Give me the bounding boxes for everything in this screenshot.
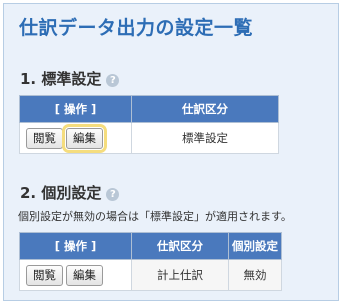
table-header-row: [ 操作 ] 仕訳区分 — [19, 95, 279, 123]
view-button[interactable]: 閲覧 — [26, 127, 63, 149]
help-icon[interactable]: ? — [106, 74, 120, 87]
table-row: 閲覧 編集 計上仕訳 無効 — [19, 259, 282, 291]
setting-header: 個別設定 — [228, 232, 282, 260]
page-title: 仕訳データ出力の設定一覧 — [19, 17, 254, 39]
setting-cell: 無効 — [228, 259, 282, 291]
edit-button[interactable]: 編集 — [66, 264, 103, 286]
ops-header: [ 操作 ] — [19, 95, 132, 123]
category-cell: 標準設定 — [131, 122, 279, 154]
ops-header: [ 操作 ] — [19, 232, 132, 260]
section-standard-title: 1. 標準設定? — [20, 68, 120, 89]
table-row: 閲覧 編集 標準設定 — [19, 122, 279, 154]
section-standard-label: 1. 標準設定 — [20, 70, 102, 88]
standard-settings-table: [ 操作 ] 仕訳区分 閲覧 編集 標準設定 — [19, 95, 279, 154]
section-individual-title: 2. 個別設定? — [20, 182, 120, 203]
view-button[interactable]: 閲覧 — [26, 264, 63, 286]
individual-settings-table: [ 操作 ] 仕訳区分 個別設定 閲覧 編集 計上仕訳 無効 — [19, 232, 282, 291]
settings-panel: 仕訳データ出力の設定一覧 1. 標準設定? [ 操作 ] 仕訳区分 閲覧 編集 標… — [3, 3, 339, 301]
help-icon[interactable]: ? — [106, 188, 120, 201]
category-header: 仕訳区分 — [131, 95, 279, 123]
ops-cell: 閲覧 編集 — [19, 259, 132, 291]
category-cell: 計上仕訳 — [131, 259, 229, 291]
edit-button[interactable]: 編集 — [62, 123, 107, 153]
table-header-row: [ 操作 ] 仕訳区分 個別設定 — [19, 232, 282, 260]
individual-settings-note: 個別設定が無効の場合は「標準設定」が適用されます。 — [18, 210, 292, 223]
ops-cell: 閲覧 編集 — [19, 122, 132, 154]
category-header: 仕訳区分 — [131, 232, 229, 260]
section-individual-label: 2. 個別設定 — [20, 184, 102, 202]
